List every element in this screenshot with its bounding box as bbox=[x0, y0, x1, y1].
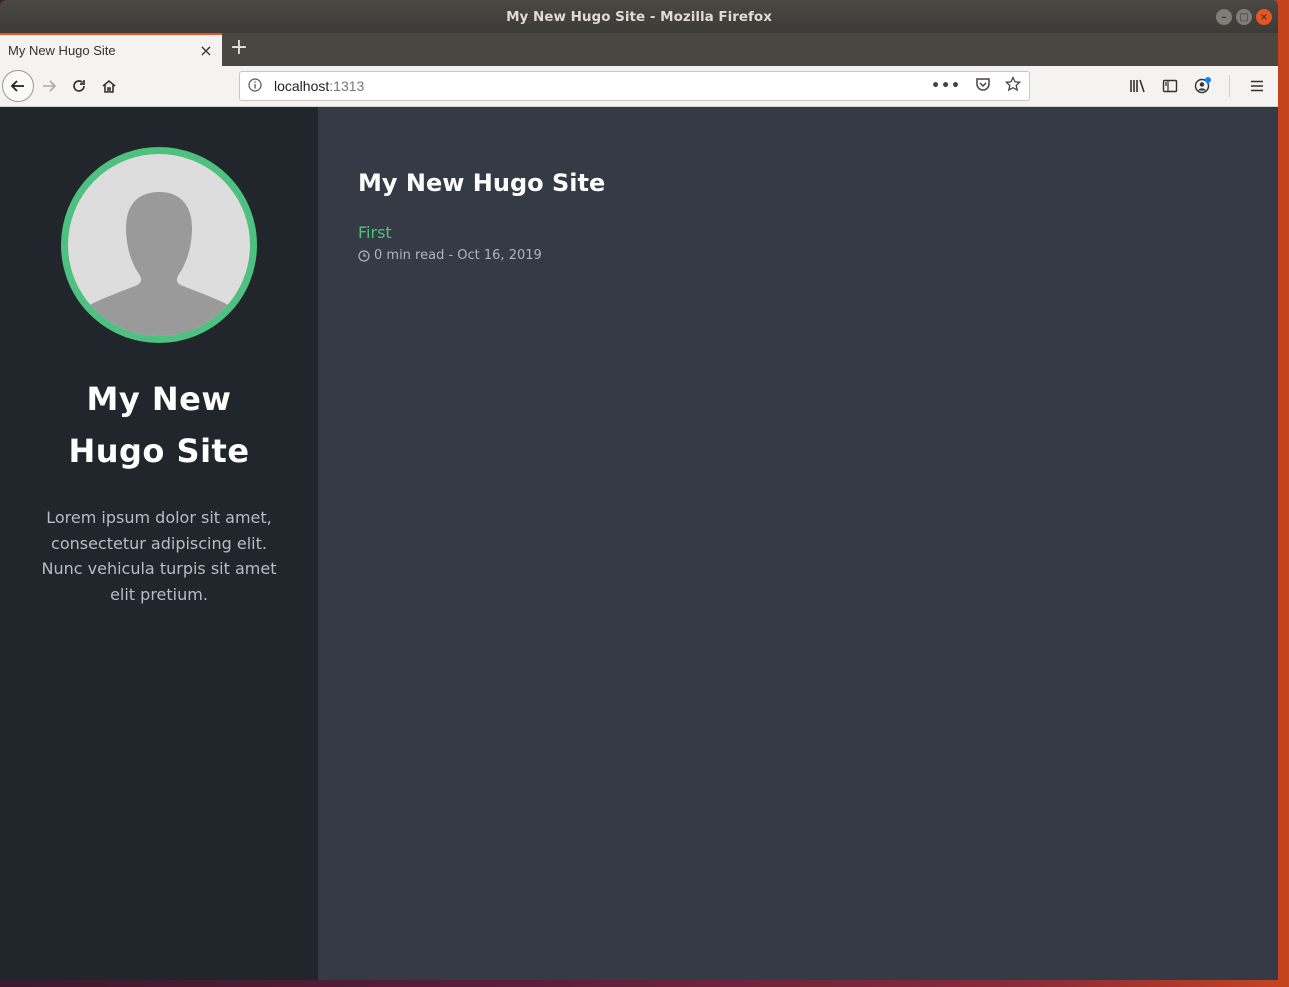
clock-icon bbox=[358, 249, 370, 262]
notification-dot bbox=[1205, 77, 1211, 83]
browser-window: My New Hugo Site - Mozilla Firefox – □ ×… bbox=[0, 0, 1278, 980]
maximize-icon[interactable]: □ bbox=[1236, 9, 1252, 25]
list-item: First 0 min read - Oct 16, 2019 bbox=[358, 223, 1238, 263]
navigation-bar: localhost:1313 ••• bbox=[0, 66, 1278, 107]
url-port: :1313 bbox=[329, 78, 365, 94]
post-meta: 0 min read - Oct 16, 2019 bbox=[358, 248, 1238, 263]
avatar-silhouette-icon bbox=[88, 192, 230, 336]
new-tab-button[interactable]: + bbox=[222, 33, 256, 66]
toolbar-separator bbox=[1229, 75, 1230, 97]
sidebar-icon[interactable] bbox=[1159, 71, 1181, 101]
toolbar-right bbox=[1127, 71, 1268, 101]
window-title: My New Hugo Site - Mozilla Firefox bbox=[506, 8, 772, 25]
avatar bbox=[61, 147, 257, 343]
page-content: My New Hugo Site Lorem ipsum dolor sit a… bbox=[0, 107, 1278, 980]
star-icon[interactable] bbox=[1004, 75, 1022, 96]
url-actions: ••• bbox=[931, 75, 1022, 96]
back-button[interactable] bbox=[2, 70, 34, 102]
main-content: My New Hugo Site First 0 min read - Oct … bbox=[318, 107, 1278, 980]
close-tab-icon[interactable]: × bbox=[198, 41, 214, 60]
arrow-left-icon bbox=[10, 80, 24, 92]
tab-title: My New Hugo Site bbox=[8, 43, 116, 58]
post-meta-text: 0 min read - Oct 16, 2019 bbox=[374, 248, 542, 263]
title-bar: My New Hugo Site - Mozilla Firefox – □ × bbox=[0, 0, 1278, 33]
window-controls: – □ × bbox=[1216, 9, 1272, 25]
library-icon[interactable] bbox=[1127, 71, 1149, 101]
post-link[interactable]: First bbox=[358, 223, 392, 242]
home-icon bbox=[102, 79, 116, 93]
close-window-icon[interactable]: × bbox=[1256, 9, 1272, 25]
reload-button[interactable] bbox=[64, 71, 94, 101]
info-icon[interactable] bbox=[248, 77, 264, 95]
forward-button[interactable] bbox=[34, 71, 64, 101]
sidebar-site-title: My New Hugo Site bbox=[68, 380, 250, 470]
url-bar[interactable]: localhost:1313 ••• bbox=[239, 71, 1030, 101]
tab-active[interactable]: My New Hugo Site × bbox=[0, 33, 222, 66]
site-sidebar: My New Hugo Site Lorem ipsum dolor sit a… bbox=[0, 107, 318, 980]
hamburger-menu-icon[interactable] bbox=[1246, 71, 1268, 101]
sidebar-description: Lorem ipsum dolor sit amet, consectetur … bbox=[41, 508, 277, 604]
account-icon[interactable] bbox=[1191, 71, 1213, 101]
arrow-right-icon bbox=[43, 80, 57, 92]
url-text[interactable]: localhost:1313 bbox=[274, 78, 931, 94]
home-button[interactable] bbox=[94, 71, 124, 101]
ellipsis-icon[interactable]: ••• bbox=[931, 78, 961, 94]
page-title: My New Hugo Site bbox=[358, 169, 606, 197]
url-host: localhost bbox=[274, 78, 330, 94]
pocket-icon[interactable] bbox=[975, 76, 991, 96]
minimize-icon[interactable]: – bbox=[1216, 9, 1232, 25]
tab-strip: My New Hugo Site × + bbox=[0, 33, 1278, 66]
reload-icon bbox=[73, 80, 85, 92]
